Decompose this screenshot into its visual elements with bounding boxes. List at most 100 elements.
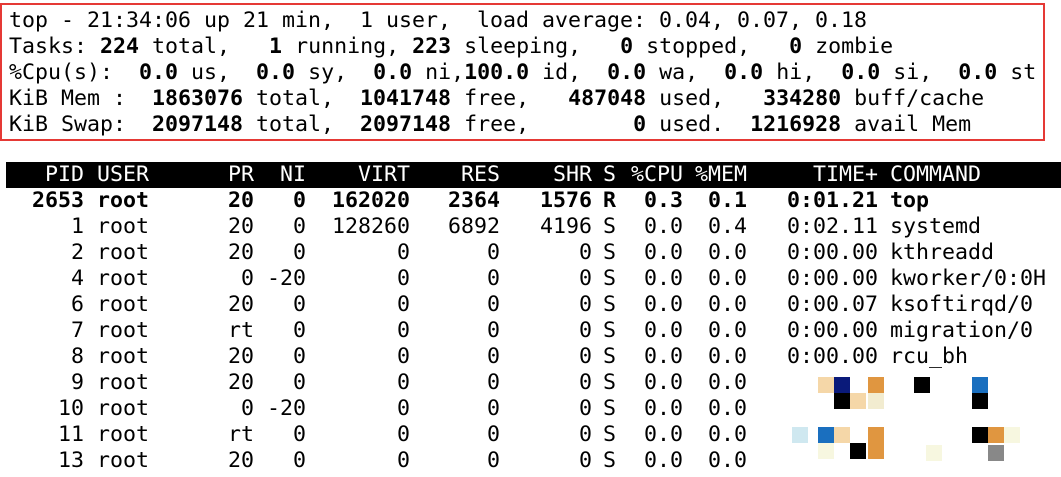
cpu-si-label: si, xyxy=(880,60,959,85)
cell-shr: 0 xyxy=(578,370,592,395)
cell-virt: 0 xyxy=(396,344,410,369)
cell-pid: 9 xyxy=(70,370,84,395)
redaction-pixel xyxy=(818,427,834,443)
cell-s: S xyxy=(603,266,617,291)
cell-pid: 2 xyxy=(70,240,84,265)
cell-res: 0 xyxy=(486,292,500,317)
cell-pr: 20 xyxy=(227,370,254,395)
cell-ni: 0 xyxy=(292,214,306,239)
cell-pr: rt xyxy=(227,422,254,447)
cell-res: 0 xyxy=(486,448,500,473)
mem-total: 1863076 xyxy=(152,86,244,111)
cell-res: 0 xyxy=(486,266,500,291)
cell-ni: 0 xyxy=(292,318,306,343)
cell-mem: 0.1 xyxy=(707,188,747,213)
cell-virt: 0 xyxy=(396,422,410,447)
cell-pid: 11 xyxy=(57,422,84,447)
cell-pid: 10 xyxy=(57,396,84,421)
cpu-us: 0.0 xyxy=(139,60,179,85)
cell-pr: 0 xyxy=(240,266,254,291)
tasks-total: 224 xyxy=(100,34,140,59)
cell-time: 0:00.00 xyxy=(786,266,878,291)
tasks-running-label: running, xyxy=(282,34,413,59)
column-header-shr: SHR xyxy=(552,162,592,187)
table-row: 1 root 20 0 128260 6892 4196 S 0.0 0.4 0:02.11 syst… xyxy=(6,214,1061,240)
column-header-res: RES xyxy=(460,162,500,187)
cell-time: 0:01.21 xyxy=(786,188,878,213)
cell-time: 0:00.00 xyxy=(786,318,878,343)
column-header-user: USER xyxy=(97,162,150,187)
cpu-wa-label: wa, xyxy=(646,60,725,85)
cell-s: S xyxy=(603,240,617,265)
cell-mem: 0.0 xyxy=(707,344,747,369)
cell-s: S xyxy=(603,318,617,343)
redaction-pixel xyxy=(818,443,834,459)
cell-pid: 13 xyxy=(57,448,84,473)
cell-user: root xyxy=(97,214,150,239)
redaction-pixel xyxy=(1004,427,1020,443)
cell-time: 0:00.07 xyxy=(786,292,878,317)
cpu-ni: 0.0 xyxy=(373,60,413,85)
column-header-pid: PID xyxy=(44,162,84,187)
cell-cpu: 0.0 xyxy=(643,214,683,239)
cell-pr: 20 xyxy=(227,292,254,317)
cell-cpu: 0.0 xyxy=(643,318,683,343)
tasks-zombie: 0 xyxy=(789,34,803,59)
redaction-pixel xyxy=(834,393,850,409)
swap-total-label: total, xyxy=(243,112,361,137)
cpu-hi: 0.0 xyxy=(724,60,764,85)
cell-user: root xyxy=(97,448,150,473)
cell-cmd: migration/0 xyxy=(890,318,1034,343)
cell-mem: 0.0 xyxy=(707,370,747,395)
cell-pr: 20 xyxy=(227,448,254,473)
cell-pid: 1 xyxy=(70,214,84,239)
cell-mem: 0.4 xyxy=(707,214,747,239)
mem-used-label: used, xyxy=(646,86,764,111)
cell-ni: 0 xyxy=(292,240,306,265)
swap-free-label: free, xyxy=(451,112,634,137)
table-row: 8 root 20 0 0 0 0 S 0.0 0.0 0:00.00 rcu_bh xyxy=(6,344,1061,370)
cell-cpu: 0.0 xyxy=(643,240,683,265)
cell-mem: 0.0 xyxy=(707,448,747,473)
cpu-si: 0.0 xyxy=(841,60,881,85)
cell-res: 6892 xyxy=(447,214,500,239)
cell-shr: 0 xyxy=(578,240,592,265)
cell-res: 0 xyxy=(486,396,500,421)
swap-avail-label: avail Mem xyxy=(841,112,972,137)
cell-virt: 0 xyxy=(396,318,410,343)
redaction-pixel xyxy=(926,445,942,461)
cell-mem: 0.0 xyxy=(707,240,747,265)
cpu-label: %Cpu(s): xyxy=(9,60,140,85)
mem-total-label: total, xyxy=(243,86,361,111)
cell-s: S xyxy=(603,448,617,473)
cell-user: root xyxy=(97,422,150,447)
mem-label: KiB Mem : xyxy=(9,86,153,111)
cell-s: S xyxy=(603,370,617,395)
uptime-line: top - 21:34:06 up 21 min, 1 user, load a… xyxy=(9,8,868,33)
cell-mem: 0.0 xyxy=(707,292,747,317)
cell-time: 0:02.11 xyxy=(786,214,878,239)
cpu-wa: 0.0 xyxy=(607,60,647,85)
cell-user: root xyxy=(97,266,150,291)
cell-res: 0 xyxy=(486,318,500,343)
cell-res: 0 xyxy=(486,344,500,369)
cell-pr: rt xyxy=(227,318,254,343)
redaction-pixel xyxy=(868,377,884,393)
tasks-running: 1 xyxy=(269,34,283,59)
cell-mem: 0.0 xyxy=(707,266,747,291)
mem-buff: 334280 xyxy=(763,86,842,111)
redaction-pixel xyxy=(792,427,808,443)
cell-ni: 0 xyxy=(292,344,306,369)
cell-virt: 0 xyxy=(396,448,410,473)
redaction-pixel xyxy=(972,393,988,409)
cell-mem: 0.0 xyxy=(707,318,747,343)
cell-s: S xyxy=(603,396,617,421)
cell-shr: 1576 xyxy=(539,188,592,213)
cell-ni: 0 xyxy=(292,448,306,473)
cell-mem: 0.0 xyxy=(707,422,747,447)
tasks-stopped: 0 xyxy=(620,34,634,59)
column-header-time: TIME+ xyxy=(812,162,878,187)
column-header-virt: VIRT xyxy=(357,162,410,187)
cell-virt: 162020 xyxy=(331,188,410,213)
cell-user: root xyxy=(97,292,150,317)
